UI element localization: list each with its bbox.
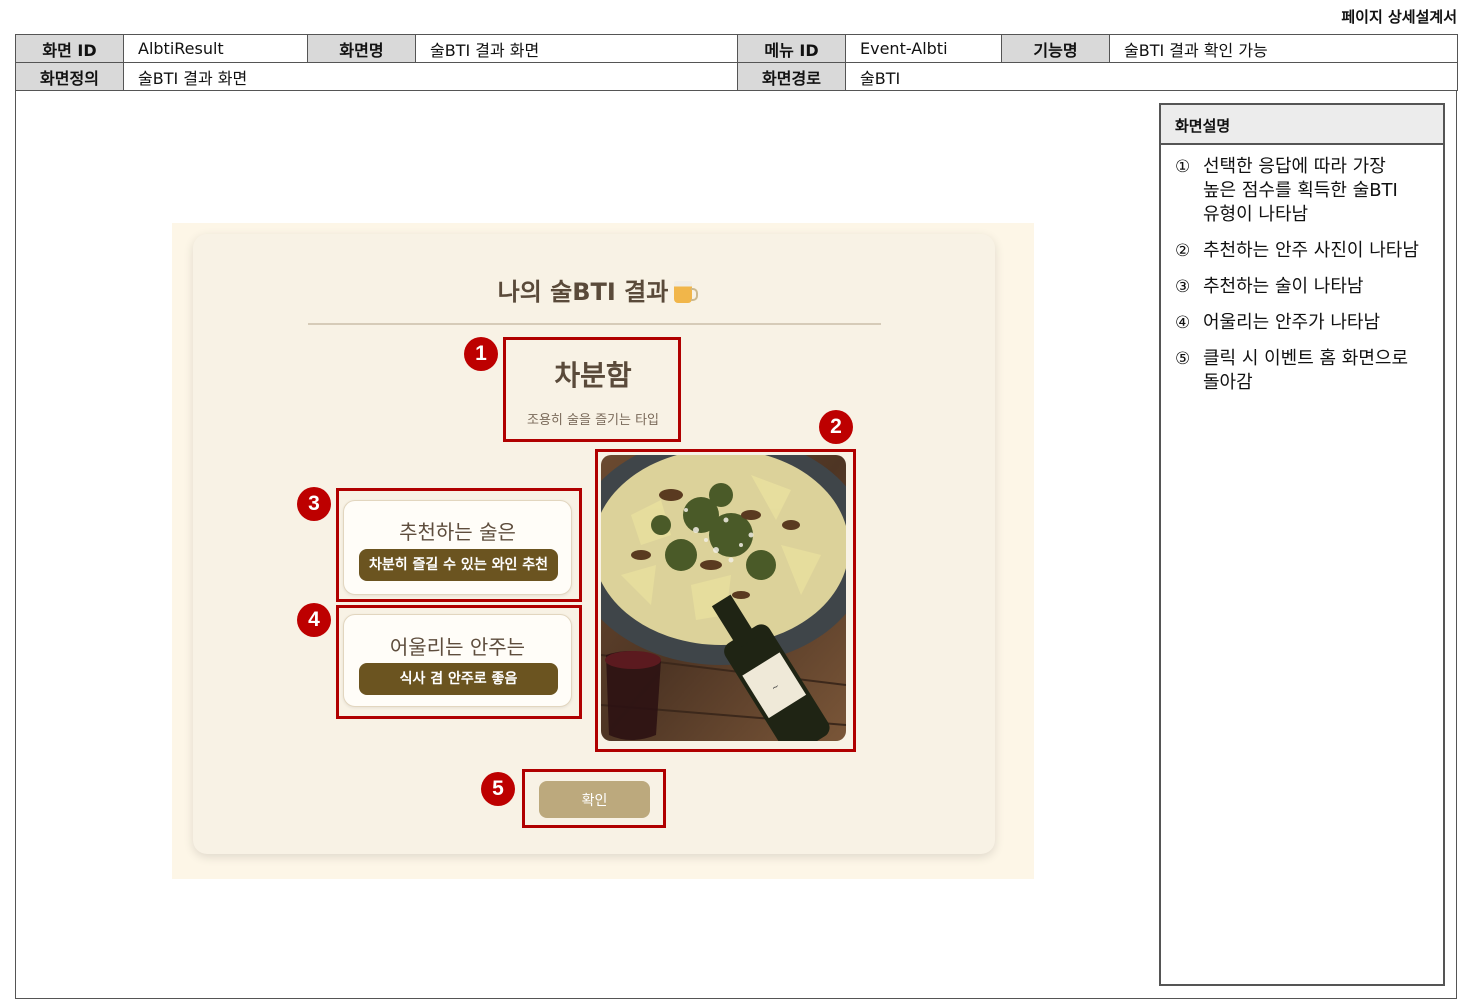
screen-name-value: 술BTI 결과 화면 <box>415 34 738 63</box>
function-label: 기능명 <box>1001 34 1110 63</box>
title-divider <box>308 323 881 325</box>
result-card <box>193 234 995 854</box>
screen-id-value: AlbtiResult <box>123 34 308 63</box>
definition-value: 술BTI 결과 화면 <box>123 62 738 91</box>
description-title: 화면설명 <box>1161 105 1443 145</box>
highlight-box-4 <box>336 605 582 719</box>
badge-2: 2 <box>819 410 853 444</box>
beer-mug-icon <box>674 281 699 303</box>
badge-1: 1 <box>464 337 498 371</box>
description-item: ③ 추천하는 술이 나타남 <box>1175 276 1364 297</box>
path-label: 화면경로 <box>737 62 846 91</box>
menu-id-label: 메뉴 ID <box>737 34 846 63</box>
screen-id-label: 화면 ID <box>15 34 124 63</box>
description-panel: 화면설명 ① 선택한 응답에 따라 가장 높은 점수를 획득한 술BTI 유형이 … <box>1159 103 1445 986</box>
badge-5: 5 <box>481 772 515 806</box>
meta-table: 화면 ID AlbtiResult 화면명 술BTI 결과 화면 메뉴 ID E… <box>15 34 1458 91</box>
menu-id-value: Event-Albti <box>845 34 1002 63</box>
description-item: ⑤ 클릭 시 이벤트 홈 화면으로 돌아감 <box>1175 348 1409 393</box>
badge-3: 3 <box>297 487 331 521</box>
description-list: ① 선택한 응답에 따라 가장 높은 점수를 획득한 술BTI 유형이 나타남 ②… <box>1161 145 1443 395</box>
highlight-box-1 <box>503 337 681 442</box>
screen-name-label: 화면명 <box>307 34 416 63</box>
description-item: ④ 어울리는 안주가 나타남 <box>1175 312 1381 333</box>
result-title: 나의 술BTI 결과 <box>410 272 780 307</box>
description-item: ① 선택한 응답에 따라 가장 높은 점수를 획득한 술BTI 유형이 나타남 <box>1175 156 1398 225</box>
badge-4: 4 <box>297 603 331 637</box>
highlight-box-2 <box>595 449 856 752</box>
definition-label: 화면정의 <box>15 62 124 91</box>
function-value: 술BTI 결과 확인 가능 <box>1109 34 1458 63</box>
highlight-box-5 <box>522 769 666 828</box>
description-item: ② 추천하는 안주 사진이 나타남 <box>1175 240 1419 261</box>
doc-title: 페이지 상세설계서 <box>1341 8 1457 26</box>
highlight-box-3 <box>336 488 582 602</box>
path-value: 술BTI <box>845 62 1458 91</box>
